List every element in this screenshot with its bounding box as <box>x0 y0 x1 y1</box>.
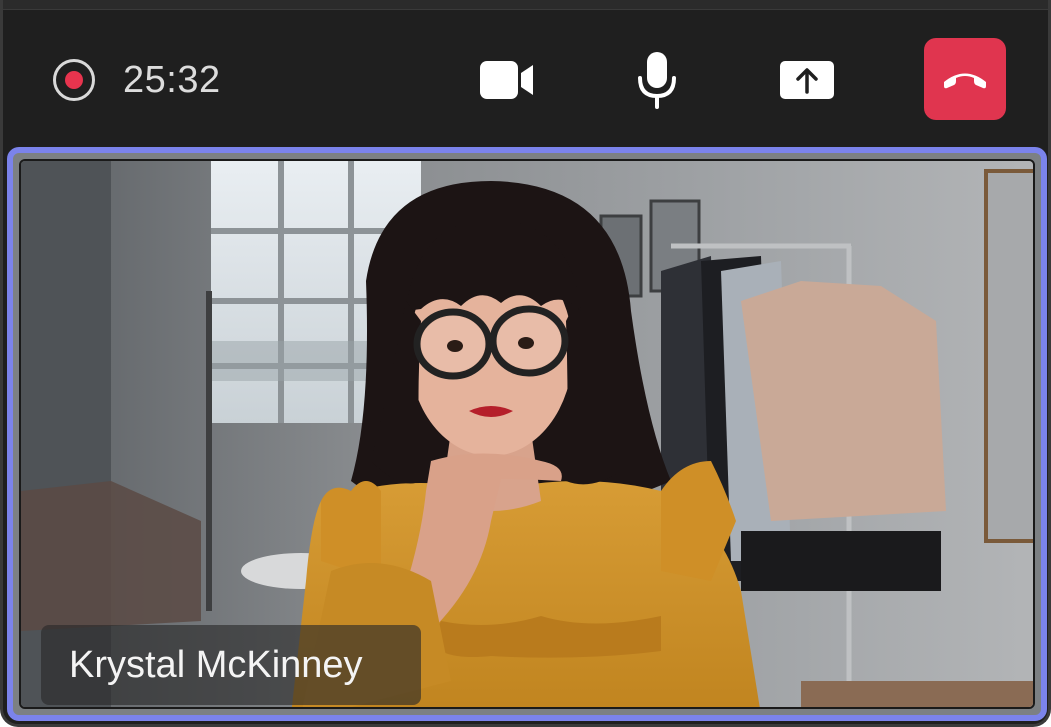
call-toolbar: 25:32 <box>3 10 1048 146</box>
camera-button[interactable] <box>467 40 547 120</box>
record-dot <box>65 71 83 89</box>
record-icon <box>53 59 95 101</box>
hang-up-icon <box>944 73 986 89</box>
participant-name: Krystal McKinney <box>41 625 421 705</box>
participant-video-tile[interactable]: Krystal McKinney <box>7 147 1047 721</box>
video-camera-icon <box>480 61 533 99</box>
share-screen-button[interactable] <box>767 40 847 120</box>
microphone-icon <box>638 52 676 109</box>
microphone-button[interactable] <box>617 40 697 120</box>
window-top-edge <box>3 0 1048 10</box>
call-timer: 25:32 <box>123 59 221 101</box>
share-screen-icon <box>780 61 834 99</box>
call-window: 25:32 Krystal McKinney <box>0 0 1051 727</box>
hang-up-button[interactable] <box>924 38 1006 120</box>
